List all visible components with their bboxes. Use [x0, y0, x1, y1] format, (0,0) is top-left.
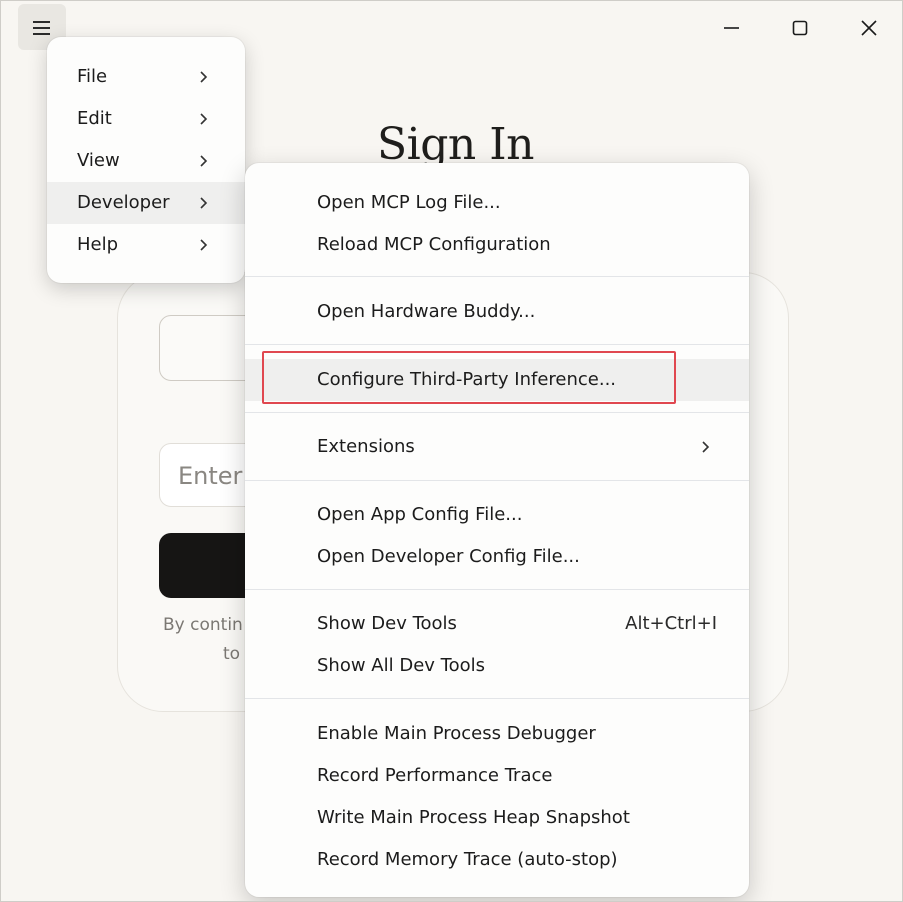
menu-item-label: Reload MCP Configuration [317, 234, 551, 255]
developer-submenu: Open MCP Log File... Reload MCP Configur… [245, 163, 749, 897]
menu-item-enable-main-process-debugger[interactable]: Enable Main Process Debugger [245, 713, 749, 755]
menu-separator [245, 698, 749, 699]
menu-item-open-developer-config[interactable]: Open Developer Config File... [245, 536, 749, 578]
menu-separator [245, 589, 749, 590]
menu-item-developer[interactable]: Developer [47, 182, 245, 224]
menu-item-label: Open Hardware Buddy... [317, 301, 536, 322]
menu-item-view[interactable]: View [47, 140, 245, 182]
menu-separator [245, 480, 749, 481]
menu-item-label: Developer [77, 192, 170, 213]
menu-item-label: Open App Config File... [317, 504, 523, 525]
menu-item-label: Write Main Process Heap Snapshot [317, 807, 630, 828]
app-window: Sign In Enter By contin to File Edit Vie… [0, 0, 903, 902]
menu-item-label: Extensions [317, 436, 415, 457]
menu-item-label: View [77, 150, 120, 171]
menu-item-edit[interactable]: Edit [47, 98, 245, 140]
close-button[interactable] [852, 11, 886, 45]
menu-separator [245, 276, 749, 277]
close-icon [861, 20, 877, 36]
maximize-icon [792, 20, 808, 36]
menu-item-label: Open MCP Log File... [317, 192, 501, 213]
menu-item-reload-mcp-config[interactable]: Reload MCP Configuration [245, 224, 749, 266]
menu-separator [245, 344, 749, 345]
menu-item-extensions[interactable]: Extensions [245, 426, 749, 468]
menu-item-label: Enable Main Process Debugger [317, 723, 596, 744]
minimize-icon [724, 27, 739, 29]
menu-item-help[interactable]: Help [47, 224, 245, 266]
menu-item-show-dev-tools[interactable]: Show Dev Tools Alt+Ctrl+I [245, 603, 749, 645]
menu-separator [245, 412, 749, 413]
chevron-right-icon [200, 239, 208, 251]
menu-item-label: Show All Dev Tools [317, 655, 485, 676]
chevron-right-icon [200, 71, 208, 83]
menu-item-label: Edit [77, 108, 112, 129]
app-menu: File Edit View Developer Help [47, 37, 245, 283]
keyboard-shortcut: Alt+Ctrl+I [625, 613, 717, 634]
chevron-right-icon [200, 197, 208, 209]
menu-item-label: Help [77, 234, 119, 255]
menu-item-label: File [77, 66, 108, 87]
menu-item-show-all-dev-tools[interactable]: Show All Dev Tools [245, 645, 749, 687]
minimize-button[interactable] [714, 11, 748, 45]
chevron-right-icon [200, 113, 208, 125]
hamburger-icon [33, 21, 50, 23]
menu-item-label: Record Performance Trace [317, 765, 553, 786]
legal-text: By contin [163, 615, 243, 635]
menu-item-record-performance-trace[interactable]: Record Performance Trace [245, 755, 749, 797]
menu-item-open-mcp-log[interactable]: Open MCP Log File... [245, 182, 749, 224]
menu-item-open-app-config[interactable]: Open App Config File... [245, 494, 749, 536]
menu-item-write-heap-snapshot[interactable]: Write Main Process Heap Snapshot [245, 797, 749, 839]
menu-item-label: Open Developer Config File... [317, 546, 580, 567]
chevron-right-icon [200, 155, 208, 167]
menu-item-file[interactable]: File [47, 56, 245, 98]
highlight-annotation [262, 351, 676, 404]
chevron-right-icon [702, 441, 710, 453]
menu-item-label: Record Memory Trace (auto-stop) [317, 849, 618, 870]
maximize-button[interactable] [783, 11, 817, 45]
menu-item-label: Show Dev Tools [317, 613, 457, 634]
menu-item-open-hardware-buddy[interactable]: Open Hardware Buddy... [245, 291, 749, 333]
menu-item-record-memory-trace[interactable]: Record Memory Trace (auto-stop) [245, 839, 749, 881]
legal-text-line2: to [223, 644, 241, 664]
